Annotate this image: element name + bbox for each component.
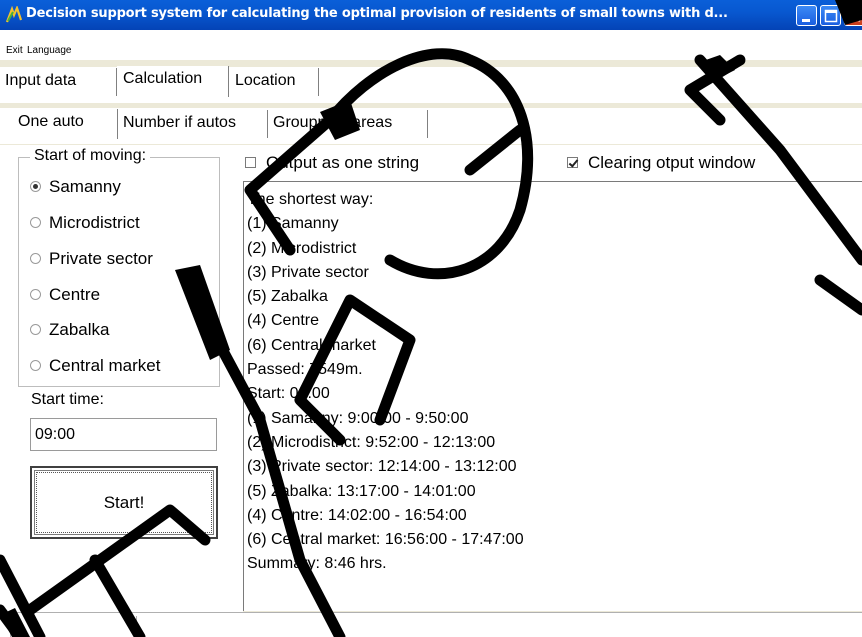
- tab-label: One auto: [18, 113, 84, 130]
- radio-icon: [30, 360, 41, 371]
- title-bar[interactable]: Decision support system for calculating …: [0, 0, 862, 30]
- radio-icon: [30, 217, 41, 228]
- menu-spacer: [0, 30, 862, 44]
- output-line: (6) Central market: 16:56:00 - 17:47:00: [247, 531, 524, 549]
- group-title: Start of moving:: [30, 147, 151, 165]
- tab-label: Input data: [5, 72, 77, 89]
- radio-label: Centre: [49, 285, 101, 304]
- tab-label: Calculation: [123, 70, 203, 87]
- output-line: (2) Microdistrict: 9:52:00 - 12:13:00: [247, 433, 496, 451]
- menu-language[interactable]: Language: [27, 45, 72, 56]
- radio-selected-icon: [30, 181, 41, 192]
- output-line: (4) Centre: [247, 312, 320, 330]
- radio-label: Microdistrict: [49, 213, 140, 232]
- status-panel: [136, 616, 862, 637]
- tab-calculation[interactable]: Calculation: [117, 66, 229, 97]
- tab-location[interactable]: Location: [230, 68, 319, 96]
- output-line: (5) Zabalka: [247, 288, 328, 306]
- start-time-input[interactable]: 09:00: [30, 418, 217, 451]
- radio-icon: [30, 324, 41, 335]
- checkbox-label: Output as one string: [266, 153, 420, 172]
- status-bar: [0, 612, 862, 637]
- output-line: (2) Microdistrict: [247, 239, 357, 257]
- radio-central-market[interactable]: Central market: [30, 356, 160, 376]
- output-line: (3) Private sector: 12:14:00 - 13:12:00: [247, 458, 517, 476]
- radio-label: Central market: [49, 356, 161, 375]
- tab-groupping-areas[interactable]: Groupping areas: [268, 110, 428, 138]
- output-line: (1) Samanny: 9:00:00 - 9:50:00: [247, 409, 469, 427]
- output-as-one-string-checkbox[interactable]: Output as one string: [245, 153, 419, 173]
- sub-tabs: One auto Number if autos Groupping areas: [0, 109, 862, 144]
- menu-bar: Exit Language: [0, 44, 862, 60]
- tab-input-data[interactable]: Input data: [0, 68, 117, 96]
- close-icon[interactable]: [844, 5, 862, 26]
- output-line: (5) Zabalka: 13:17:00 - 14:01:00: [247, 482, 476, 500]
- radio-centre[interactable]: Centre: [30, 285, 100, 305]
- output-line: (4) Centre: 14:02:00 - 16:54:00: [247, 506, 467, 524]
- output-line: (1) Samanny: [247, 215, 339, 233]
- tab-label: Location: [235, 72, 296, 89]
- clearing-output-window-checkbox[interactable]: Clearing otput window: [567, 153, 755, 173]
- radio-icon: [30, 289, 41, 300]
- checkbox-label: Clearing otput window: [588, 153, 756, 172]
- radio-zabalka[interactable]: Zabalka: [30, 320, 109, 340]
- output-textarea[interactable]: The shortest way: (1) Samanny (2) Microd…: [243, 181, 862, 611]
- output-line: Start: 09:00: [247, 385, 330, 403]
- radio-label: Private sector: [49, 249, 153, 268]
- checkbox-checked-icon: [567, 157, 578, 168]
- tab-one-auto[interactable]: One auto: [12, 109, 118, 139]
- menu-exit[interactable]: Exit: [6, 45, 23, 56]
- output-line: (3) Private sector: [247, 263, 369, 281]
- start-button[interactable]: Start!: [30, 466, 218, 539]
- start-time-label: Start time:: [31, 391, 104, 408]
- app-icon: [5, 6, 23, 23]
- status-panel: [10, 616, 132, 637]
- output-line: Summary: 8:46 hrs.: [247, 555, 387, 573]
- radio-microdistrict[interactable]: Microdistrict: [30, 213, 140, 233]
- maximize-icon[interactable]: [820, 5, 841, 26]
- window-title: Decision support system for calculating …: [26, 6, 728, 21]
- minimize-icon[interactable]: [796, 5, 817, 26]
- tab-label: Number if autos: [123, 114, 236, 131]
- radio-private-sector[interactable]: Private sector: [30, 249, 153, 269]
- radio-label: Zabalka: [49, 320, 110, 339]
- output-line: (6) Central market: [247, 336, 376, 354]
- radio-icon: [30, 253, 41, 264]
- start-button-label: Start!: [36, 472, 212, 533]
- radio-label: Samanny: [49, 177, 121, 196]
- tab-number-if-autos[interactable]: Number if autos: [118, 110, 268, 138]
- tab-label: Groupping areas: [273, 114, 393, 131]
- app-window: Decision support system for calculating …: [0, 0, 862, 637]
- checkbox-icon: [245, 157, 256, 168]
- radio-samanny[interactable]: Samanny: [30, 177, 121, 197]
- output-line: Passed: 7549m.: [247, 361, 363, 379]
- output-line: The shortest way:: [247, 191, 374, 208]
- main-tabs: Input data Calculation Location: [0, 66, 862, 102]
